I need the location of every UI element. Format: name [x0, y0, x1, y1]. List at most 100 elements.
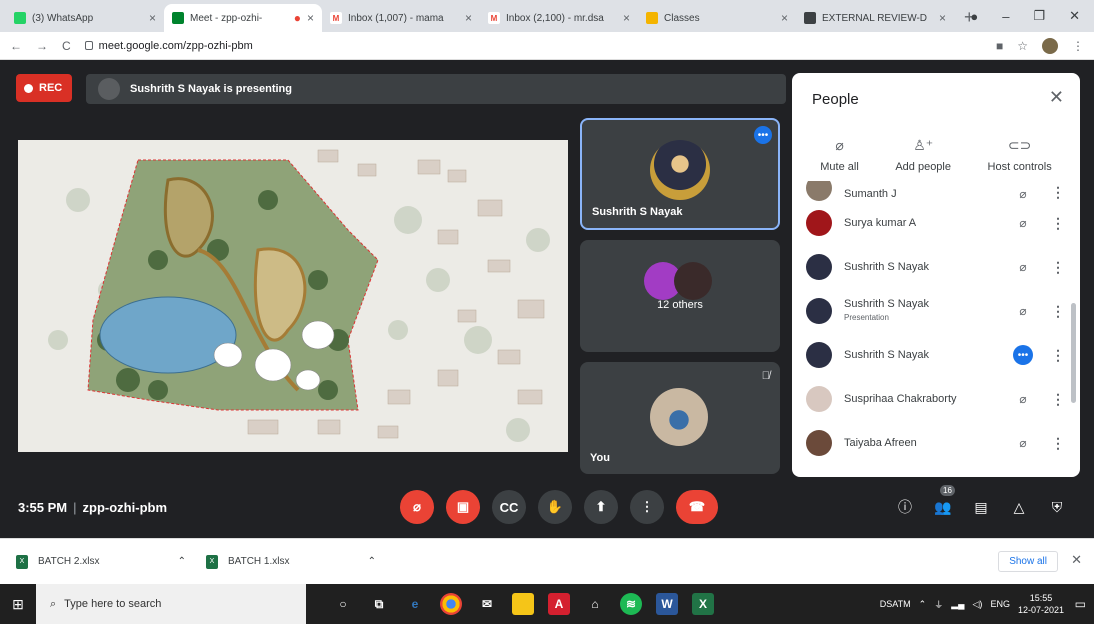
leave-call-button[interactable]: ☎ [676, 490, 718, 524]
url-text: meet.google.com/zpp-ozhi-pbm [98, 39, 253, 52]
profile-avatar[interactable] [1042, 37, 1058, 54]
taskbar-clock[interactable]: 15:55 12-07-2021 [1018, 592, 1064, 616]
menu-icon[interactable]: ⋮ [1072, 39, 1084, 53]
notification-icon[interactable]: ▭ [1075, 597, 1086, 611]
list-item[interactable]: Sushrith S Nayak Presentation ⌀ ⋮ [792, 289, 1080, 333]
presenting-banner: Sushrith S Nayak is presenting [86, 74, 786, 104]
list-item[interactable]: Sushrith S Nayak ⌀ ⋮ [792, 245, 1080, 289]
raise-hand-button[interactable]: ✋ [538, 490, 572, 524]
tab-gmail-1[interactable]: M Inbox (1,007) - mama × [322, 4, 480, 32]
close-panel-icon[interactable]: ✕ [1049, 87, 1064, 108]
present-button[interactable]: ⬆ [584, 490, 618, 524]
info-button[interactable]: ⓘ [896, 497, 914, 517]
bookmark-star-icon[interactable]: ☆ [1017, 39, 1028, 53]
back-icon[interactable]: ← [10, 39, 22, 53]
forward-icon[interactable]: → [36, 39, 48, 53]
close-icon[interactable]: × [465, 11, 472, 25]
chrome-icon[interactable] [440, 593, 462, 615]
maximize-button[interactable]: ❐ [1033, 8, 1045, 24]
camera-toggle-button[interactable]: ▣ [446, 490, 480, 524]
url-field[interactable]: meet.google.com/zpp-ozhi-pbm [84, 39, 982, 52]
network-icon[interactable]: ▂▄ [951, 599, 964, 610]
chevron-up-icon[interactable]: ⌃ [368, 556, 376, 567]
participant-avatar [806, 181, 832, 201]
acrobat-icon[interactable]: A [548, 593, 570, 615]
activities-button[interactable]: △ [1010, 499, 1028, 516]
list-item[interactable]: Surya kumar A ⌀ ⋮ [792, 201, 1080, 245]
download-item[interactable]: X BATCH 2.xlsx ⌃ [16, 554, 186, 569]
host-controls-button[interactable]: ⊂⊃ Host controls [988, 137, 1052, 173]
show-all-button[interactable]: Show all [998, 551, 1058, 572]
cortana-icon[interactable]: ○ [332, 593, 354, 615]
list-item[interactable]: Taiyaba Afreen ⌀ ⋮ [792, 421, 1080, 465]
spotify-icon[interactable]: ≋ [620, 593, 642, 615]
more-vert-icon[interactable]: ⋮ [1050, 347, 1066, 364]
self-tile[interactable]: 🎙̸ You [580, 362, 780, 474]
divider: | [73, 499, 77, 515]
excel-file-icon: X [206, 554, 218, 569]
panel-scrollbar[interactable] [1071, 303, 1076, 403]
participant-name: Surya kumar A [844, 216, 917, 229]
more-vert-icon[interactable]: ⋮ [1050, 215, 1066, 232]
more-vert-icon[interactable]: ⋮ [1050, 435, 1066, 452]
mic-off-icon: ⌀ [835, 137, 844, 153]
minimize-button[interactable]: – [1002, 9, 1009, 24]
close-window-button[interactable]: ✕ [1069, 8, 1080, 24]
more-options-button[interactable]: ⋮ [630, 490, 664, 524]
mic-toggle-button[interactable]: ⌀ [400, 490, 434, 524]
download-item[interactable]: X BATCH 1.xlsx ⌃ [206, 554, 376, 569]
taskbar-search[interactable]: ⌕ Type here to search [36, 584, 306, 624]
edge-icon[interactable]: e [404, 593, 426, 615]
mic-off-icon: 🎙̸ [761, 370, 770, 382]
captions-button[interactable]: CC [492, 490, 526, 524]
people-button[interactable]: 👥 16 [934, 484, 955, 516]
mute-all-button[interactable]: ⌀ Mute all [820, 137, 859, 173]
others-tile[interactable]: 12 others [580, 240, 780, 352]
add-people-button[interactable]: ♙⁺ Add people [895, 137, 951, 173]
system-tray: DSATM ⌃ ⏚ ▂▄ ◁) ENG 15:55 12-07-2021 [880, 592, 1064, 616]
tab-external-review[interactable]: EXTERNAL REVIEW-D × [796, 4, 954, 32]
presenter-tile[interactable]: ••• Sushrith S Nayak [580, 118, 780, 230]
host-controls-shield-button[interactable]: ⛨ [1048, 499, 1066, 516]
participant-avatar [806, 254, 832, 280]
more-vert-icon[interactable]: ⋮ [1050, 184, 1066, 201]
excel-icon[interactable]: X [692, 593, 714, 615]
window-controls: ● – ❐ ✕ [970, 0, 1094, 32]
windows-start-icon[interactable]: ⊞ [0, 596, 36, 613]
more-vert-icon[interactable]: ⋮ [1050, 303, 1066, 320]
more-options-icon[interactable]: ••• [754, 126, 772, 144]
more-vert-icon[interactable]: ⋮ [1050, 259, 1066, 276]
meet-control-bar: 3:55 PM | zpp-ozhi-pbm ⌀ ▣ CC ✋ ⬆ ⋮ ☎ ⓘ 👥 1… [0, 476, 1094, 538]
camera-icon[interactable]: ■ [996, 39, 1003, 53]
tab-gmail-2[interactable]: M Inbox (2,100) - mr.dsa × [480, 4, 638, 32]
chat-button[interactable]: ▤ [972, 499, 990, 516]
tab-meet[interactable]: Meet - zpp-ozhi- ● × [164, 4, 322, 32]
tab-whatsapp[interactable]: (3) WhatsApp × [6, 4, 164, 32]
list-item[interactable]: Sushrith S Nayak ••• ⋮ [792, 333, 1080, 377]
word-icon[interactable]: W [656, 593, 678, 615]
mic-icon[interactable]: ⏚ [934, 598, 943, 611]
close-icon[interactable]: ✕ [1071, 552, 1082, 568]
participant-avatar [806, 210, 832, 236]
reload-icon[interactable]: C [62, 39, 71, 53]
close-icon[interactable]: × [307, 11, 314, 25]
mail-icon[interactable]: ✉ [476, 593, 498, 615]
chevron-up-icon[interactable]: ⌃ [178, 556, 186, 567]
list-item[interactable]: Susprihaa Chakraborty ⌀ ⋮ [792, 377, 1080, 421]
close-icon[interactable]: × [781, 11, 788, 25]
profile-icon[interactable]: ● [970, 9, 978, 24]
volume-icon[interactable]: ◁) [973, 599, 983, 610]
close-icon[interactable]: × [623, 11, 630, 25]
file-explorer-icon[interactable] [512, 593, 534, 615]
close-icon[interactable]: × [939, 11, 946, 25]
tab-classes[interactable]: Classes × [638, 4, 796, 32]
store-icon[interactable]: ⌂ [584, 593, 606, 615]
language-label[interactable]: ENG [990, 599, 1010, 609]
task-view-icon[interactable]: ⧉ [368, 593, 390, 615]
close-icon[interactable]: × [149, 11, 156, 25]
meeting-info: 3:55 PM | zpp-ozhi-pbm [18, 500, 167, 515]
list-item[interactable]: Sumanth J ⌀ ⋮ [792, 181, 1080, 201]
more-vert-icon[interactable]: ⋮ [1050, 391, 1066, 408]
chevron-up-icon[interactable]: ⌃ [919, 599, 927, 610]
mic-off-icon: ⌀ [1019, 187, 1027, 201]
